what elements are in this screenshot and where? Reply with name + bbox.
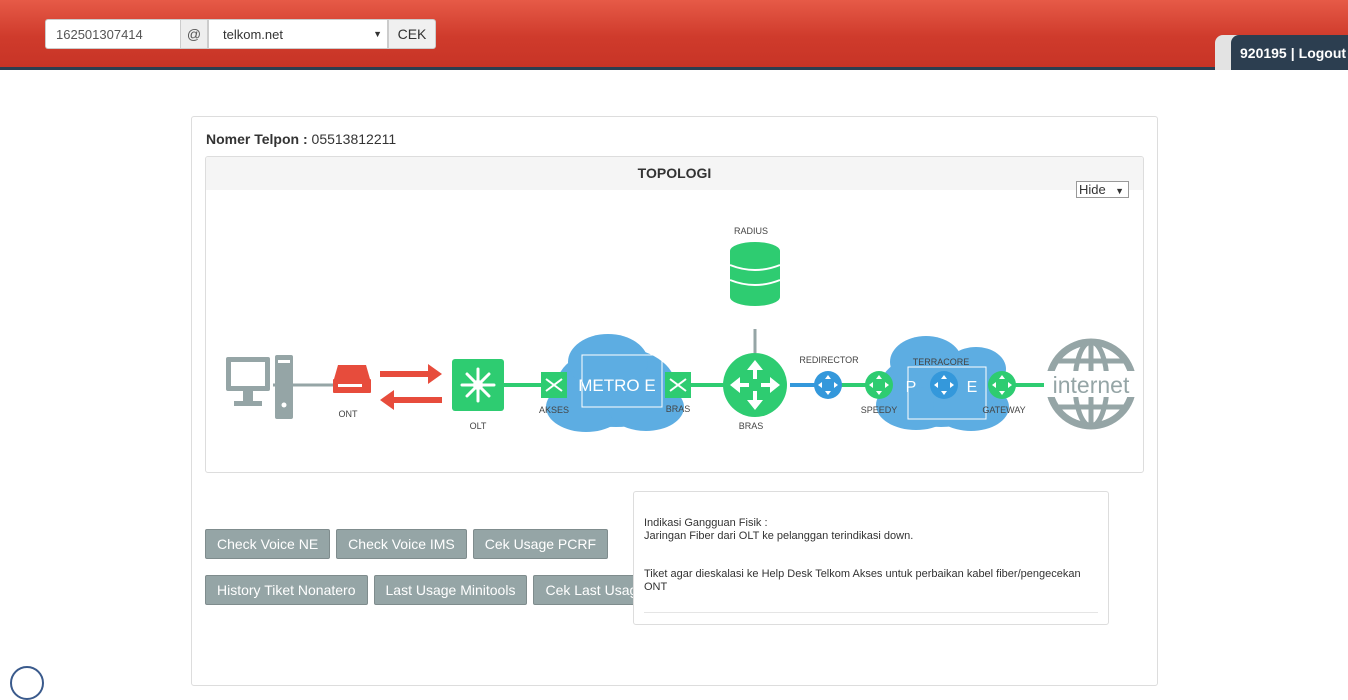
speedy-label: SPEEDY [861,405,898,415]
domain-select-value: telkom.net [223,26,283,42]
history-tiket-nonatero-button[interactable]: History Tiket Nonatero [205,575,368,605]
bras-router-icon [723,353,787,417]
main-panel: Nomer Telpon : 05513812211 TOPOLOGI Hide… [191,116,1158,686]
user-tab-content: 920195 | Logout [1231,35,1348,70]
topology-diagram: ONT OLT METRO E AKSES BRAS RADIUS BRAS R… [226,226,1138,432]
phone-value: 05513812211 [311,131,397,147]
akses-switch-icon [541,372,567,398]
number-input[interactable] [45,19,180,49]
at-addon: @ [180,19,208,49]
gateway-router-icon [988,371,1016,399]
action-buttons-row-2: History Tiket Nonatero Last Usage Minito… [205,575,658,605]
diagnosis-info-box: Indikasi Gangguan Fisik : Jaringan Fiber… [633,491,1109,625]
domain-select[interactable]: telkom.net ▼ [208,19,388,49]
olt-label: OLT [470,421,487,431]
pe-e-label: E [967,379,978,396]
top-navbar: @ telkom.net ▼ CEK 920195 | Logout [0,0,1348,70]
action-buttons-row-1: Check Voice NE Check Voice IMS Cek Usage… [205,529,609,559]
chevron-down-icon: ▼ [373,29,382,39]
phone-label: Nomer Telpon : [206,131,308,147]
speedy-router-icon [865,371,893,399]
bras-switch-label: BRAS [666,404,691,414]
info-line-3: Tiket agar dieskalasi ke Help Desk Telko… [644,568,1081,593]
bidirectional-arrows-icon [380,364,442,410]
phone-line: Nomer Telpon : 05513812211 [206,131,396,147]
terracore-router-icon [930,371,958,399]
info-line-2: Jaringan Fiber dari OLT ke pelanggan ter… [644,530,914,542]
bras-label: BRAS [739,421,764,431]
redirector-label: REDIRECTOR [799,355,859,365]
check-voice-ims-button[interactable]: Check Voice IMS [336,529,467,559]
radius-label: RADIUS [734,226,768,236]
internet-label: internet [1053,372,1130,398]
user-separator: | [1290,44,1295,61]
redirector-router-icon [814,371,842,399]
check-voice-ne-button[interactable]: Check Voice NE [205,529,331,559]
info-line-1: Indikasi Gangguan Fisik : [644,517,768,529]
radius-database-icon [729,242,781,306]
akses-label: AKSES [539,405,569,415]
ont-label: ONT [339,409,359,419]
search-form: @ telkom.net ▼ CEK [45,19,436,49]
topology-panel: TOPOLOGI Hide ▼ ONT OLT METRO E AKSES BR… [205,156,1144,473]
info-divider [644,612,1098,613]
ont-icon [333,365,371,393]
gateway-label: GATEWAY [982,405,1025,415]
logout-link[interactable]: Logout [1299,45,1346,61]
metro-label: METRO E [578,376,655,395]
last-usage-minitools-button[interactable]: Last Usage Minitools [373,575,528,605]
computer-icon [226,355,293,419]
cek-usage-pcrf-button[interactable]: Cek Usage PCRF [472,529,609,559]
user-id: 920195 [1240,44,1287,61]
cek-button[interactable]: CEK [388,19,436,49]
pe-p-label: P [906,379,917,396]
corner-widget-icon[interactable] [10,666,44,700]
user-tab: 920195 | Logout [1215,35,1348,70]
bras-switch-icon [665,372,691,398]
olt-icon [452,359,504,411]
terracore-label: TERRACORE [913,357,970,367]
